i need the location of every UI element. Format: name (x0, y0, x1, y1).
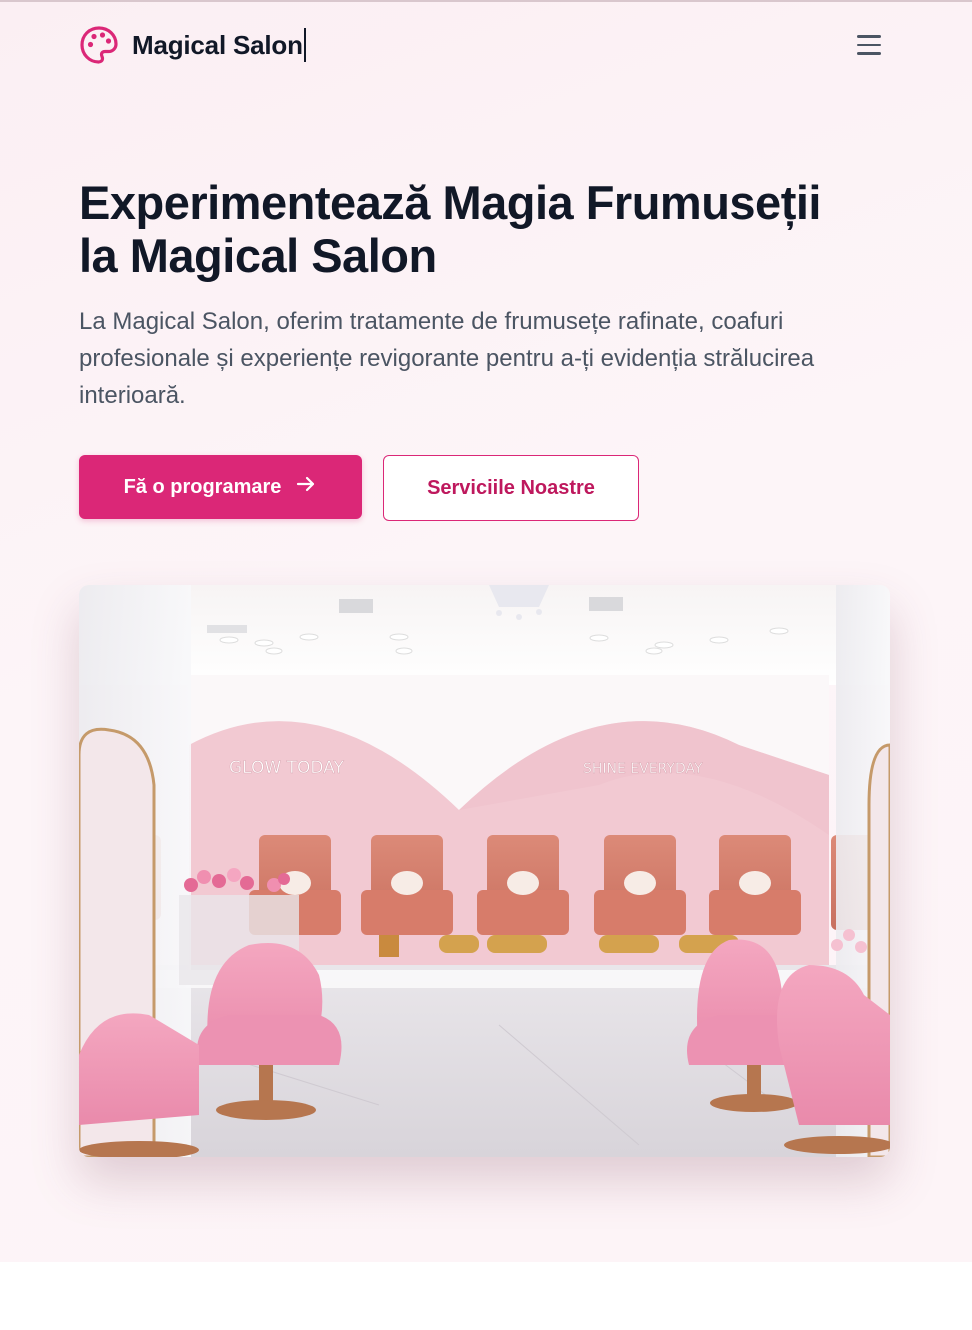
hero-subtitle: La Magical Salon, oferim tratamente de f… (79, 308, 815, 409)
our-services-label: Serviciile Noastre (427, 476, 595, 499)
brand-logo[interactable]: Magical Salon (79, 25, 306, 65)
book-appointment-button[interactable]: Fă o programare (79, 455, 362, 519)
menu-bar (857, 43, 881, 47)
book-appointment-label: Fă o programare (123, 475, 282, 498)
hero-title-line1: Experimentează Magia Frumuseții (79, 176, 821, 229)
wall-text-left: GLOW TODAY (229, 758, 344, 778)
menu-bar (857, 52, 881, 55)
hamburger-menu-icon[interactable] (857, 30, 887, 60)
our-services-button[interactable]: Serviciile Noastre (383, 455, 639, 521)
palette-icon (79, 25, 119, 65)
menu-bar (857, 35, 881, 38)
hero-title-line2: la Magical Salon (79, 229, 437, 282)
hero-title: Experimentează Magia Frumuseții la Magic… (79, 176, 899, 282)
arrow-right-icon (295, 473, 317, 501)
brand-name: Magical Salon (132, 28, 306, 62)
site-header: Magical Salon (79, 24, 889, 66)
wall-text-right: SHINE EVERYDAY (583, 761, 703, 777)
salon-interior-image: GLOW TODAY SHINE EVERYDAY (79, 585, 890, 1157)
